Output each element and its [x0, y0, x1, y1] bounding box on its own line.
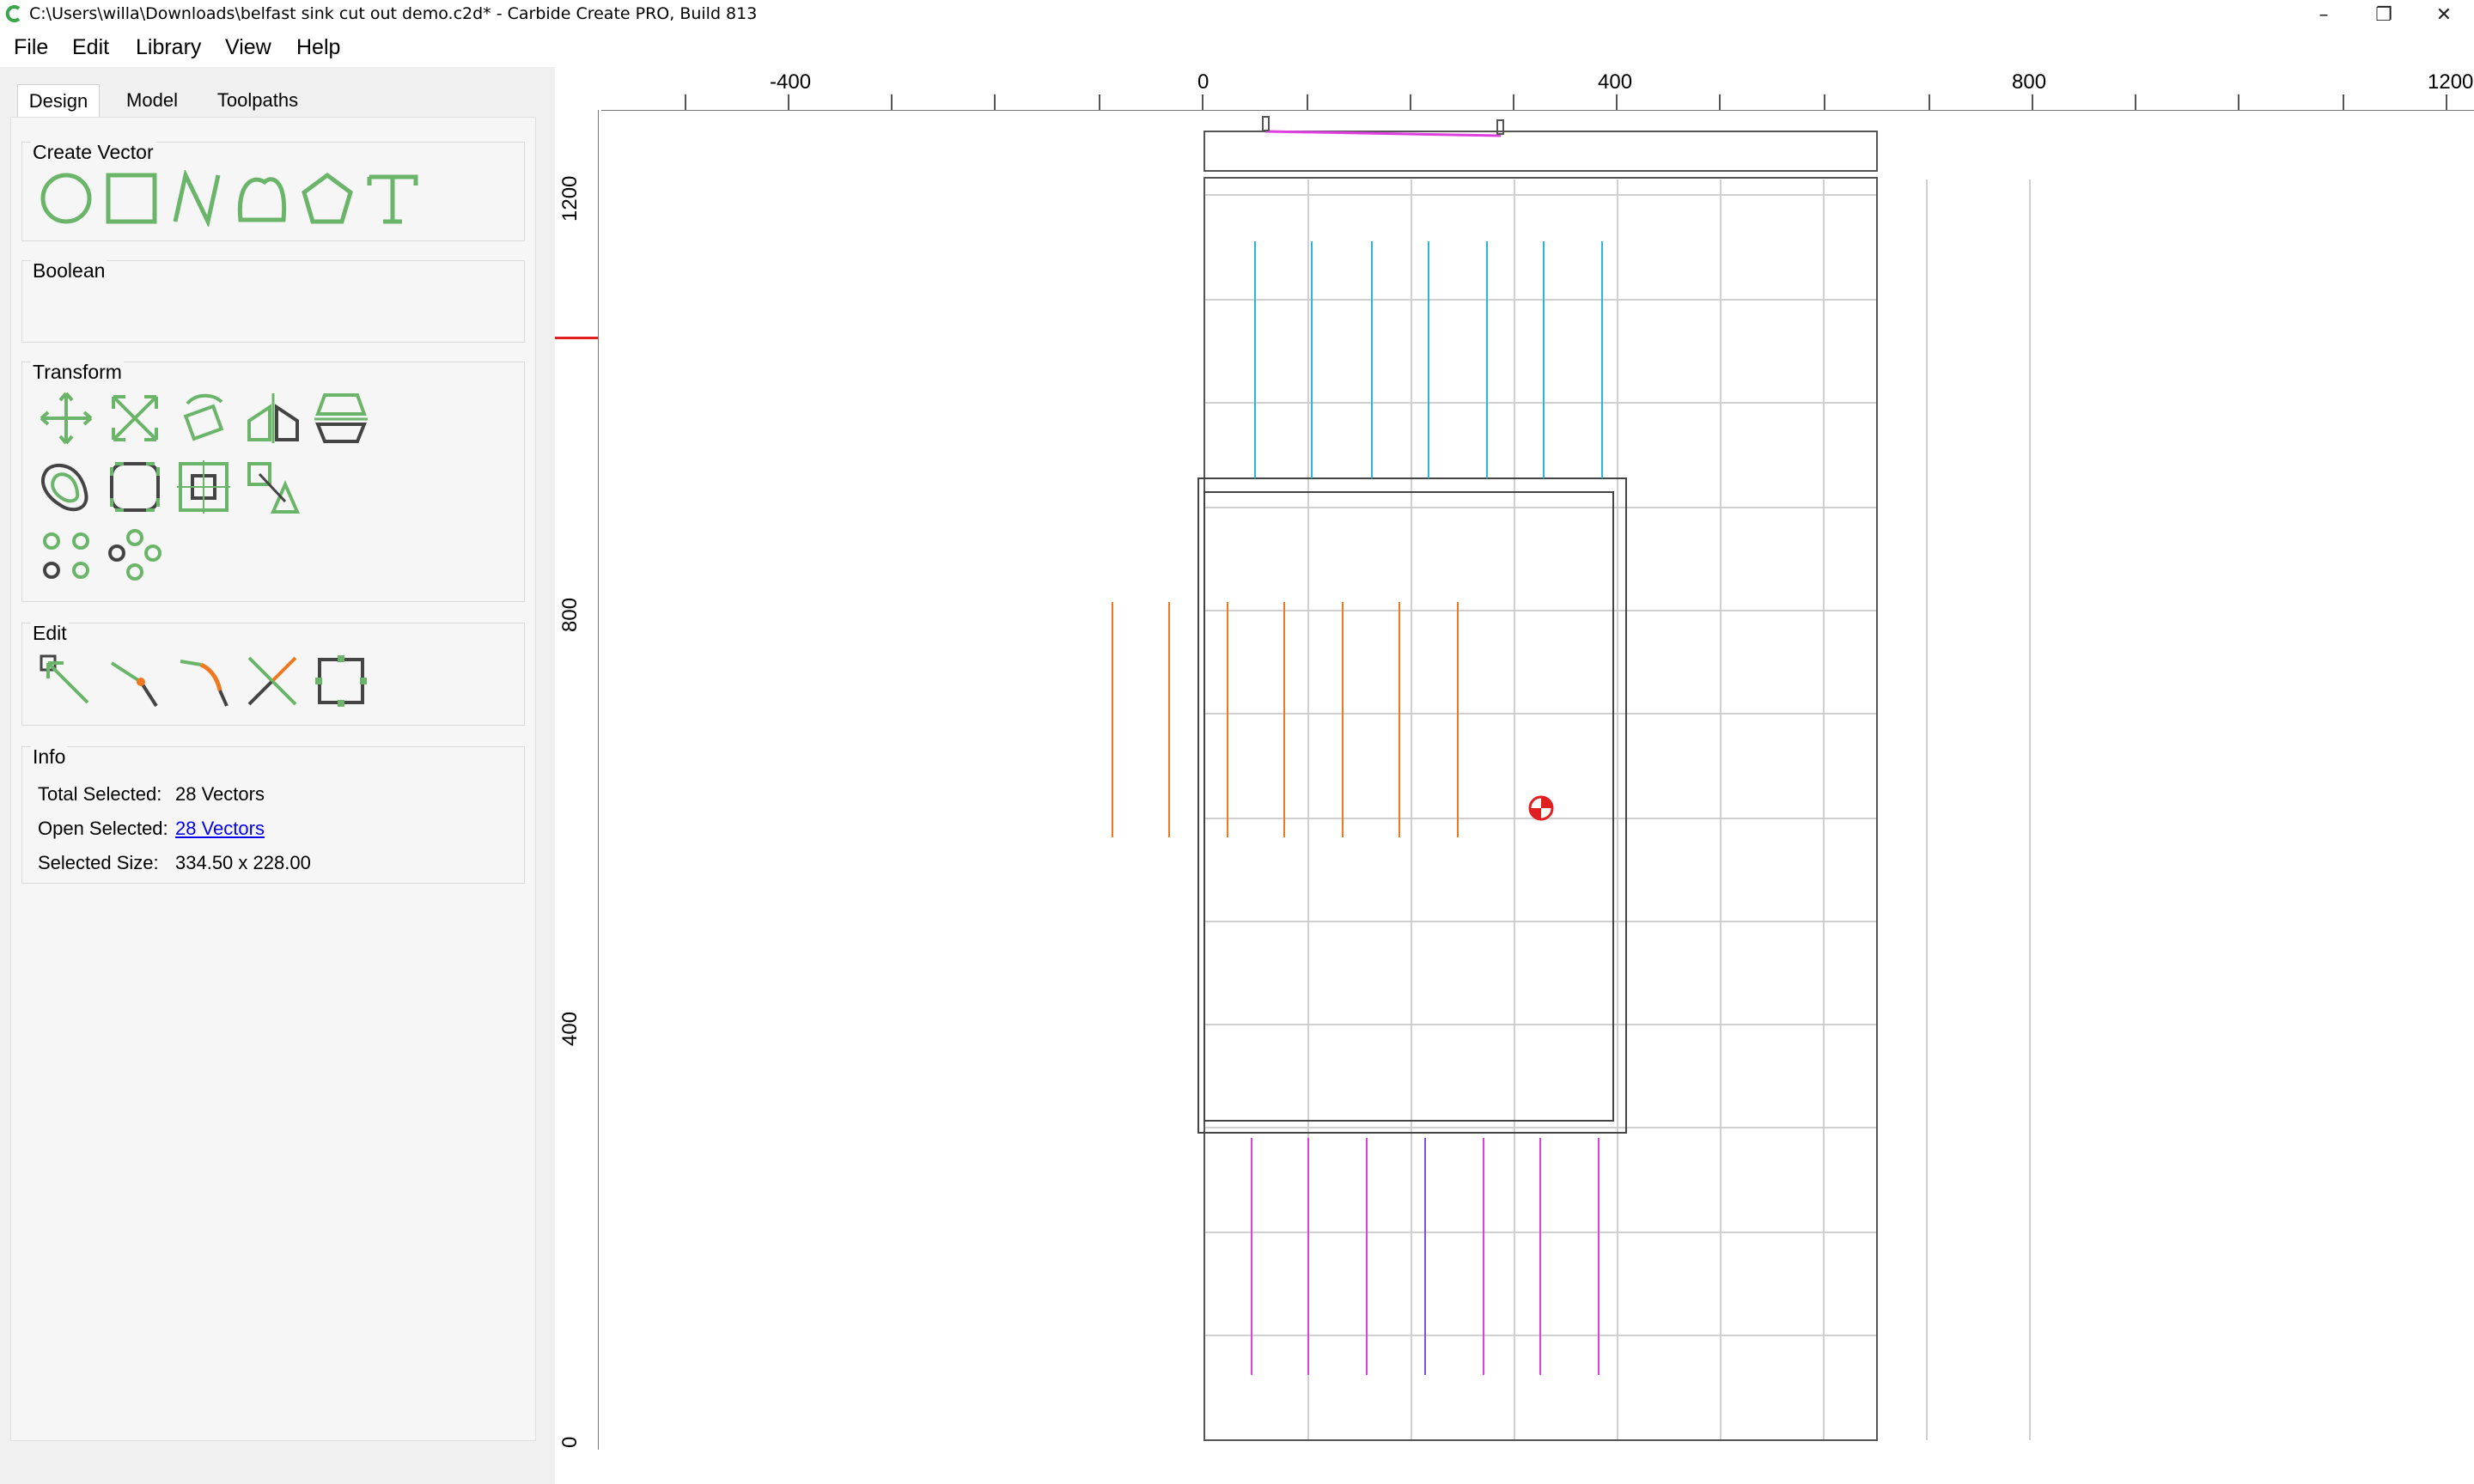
polyline-icon[interactable]	[168, 170, 225, 227]
menu-file[interactable]: File	[14, 35, 48, 60]
offset-icon[interactable]	[38, 459, 94, 515]
transform-group: Transform	[21, 361, 525, 602]
info-group: Info Total Selected: 28 Vectors Open Sel…	[21, 745, 525, 884]
title-bar: C:\Users\willa\Downloads\belfast sink cu…	[0, 0, 2474, 29]
center-icon[interactable]	[175, 459, 232, 515]
top-ruler: -400 0 400 800 1200	[601, 69, 2474, 111]
text-icon[interactable]	[364, 170, 421, 227]
minimize-button[interactable]: –	[2294, 0, 2354, 29]
menu-help[interactable]: Help	[296, 35, 340, 60]
top-handle-left[interactable]	[1262, 116, 1270, 131]
ruler-label-y0: 0	[558, 1436, 582, 1448]
menu-bar: File Edit Library View Help	[0, 29, 2474, 67]
selected-size-label: Selected Size:	[38, 852, 159, 873]
cyan-vectors[interactable]	[1254, 241, 1603, 478]
tab-model[interactable]: Model	[115, 84, 189, 117]
orange-vectors[interactable]	[1112, 602, 1459, 837]
rectangle-icon[interactable]	[103, 170, 160, 227]
polygon-icon[interactable]	[299, 170, 356, 227]
left-panel: Design Model Toolpaths Create Vector Boo…	[0, 67, 555, 1484]
top-strip-rect[interactable]	[1203, 131, 1878, 172]
node-edit-icon[interactable]	[38, 653, 94, 709]
create-vector-title: Create Vector	[31, 141, 155, 164]
app-logo-icon	[5, 5, 21, 22]
join-icon[interactable]	[175, 653, 232, 709]
ruler-label-y800: 800	[558, 597, 582, 632]
scale-icon[interactable]	[107, 390, 163, 447]
snap-icon[interactable]	[244, 459, 301, 515]
left-ruler: 1200 800 400 0	[555, 110, 599, 1450]
curve-icon[interactable]	[234, 170, 290, 227]
top-ruler-ticks	[685, 94, 2447, 110]
rotate-icon[interactable]	[175, 390, 232, 447]
mirror-icon[interactable]	[244, 390, 301, 447]
trim-icon[interactable]	[244, 653, 301, 709]
total-selected-label: Total Selected:	[38, 783, 162, 805]
open-selected-link[interactable]: 28 Vectors	[175, 818, 265, 840]
bounds-icon[interactable]	[313, 653, 369, 709]
align-icon[interactable]	[313, 390, 369, 447]
menu-edit[interactable]: Edit	[72, 35, 109, 60]
transform-title: Transform	[31, 361, 124, 384]
circle-icon[interactable]	[38, 170, 94, 227]
menu-library[interactable]: Library	[136, 35, 201, 60]
ruler-label-y1200: 1200	[558, 175, 582, 222]
selected-size-value: 334.50 x 228.00	[175, 852, 311, 873]
edit-group: Edit	[21, 622, 525, 726]
fillet-icon[interactable]	[107, 459, 163, 515]
grid-lines	[1204, 179, 2031, 1440]
move-icon[interactable]	[38, 390, 94, 447]
ruler-label-y400: 400	[558, 1011, 582, 1046]
restore-button[interactable]: ❐	[2354, 0, 2414, 29]
create-vector-group: Create Vector	[21, 141, 525, 241]
total-selected-value: 28 Vectors	[175, 783, 265, 805]
drawing-svg	[1112, 116, 2031, 1441]
array-icon[interactable]	[38, 527, 94, 584]
cursor-position-marker	[555, 337, 598, 339]
edit-title: Edit	[31, 622, 69, 645]
origin-marker[interactable]	[1528, 795, 1554, 821]
split-icon[interactable]	[107, 653, 163, 709]
info-title: Info	[31, 745, 68, 769]
menu-view[interactable]: View	[225, 35, 271, 60]
window-title: C:\Users\willa\Downloads\belfast sink cu…	[29, 4, 758, 23]
circular-array-icon[interactable]	[107, 527, 163, 584]
close-button[interactable]: ✕	[2414, 0, 2474, 29]
boolean-title: Boolean	[31, 259, 107, 283]
tab-toolpaths[interactable]: Toolpaths	[206, 84, 309, 117]
tab-design[interactable]: Design	[17, 84, 100, 118]
open-selected-label: Open Selected:	[38, 818, 168, 839]
boolean-group: Boolean	[21, 259, 525, 343]
design-panel: Create Vector Boolean Transform Edit Inf…	[10, 117, 536, 1441]
